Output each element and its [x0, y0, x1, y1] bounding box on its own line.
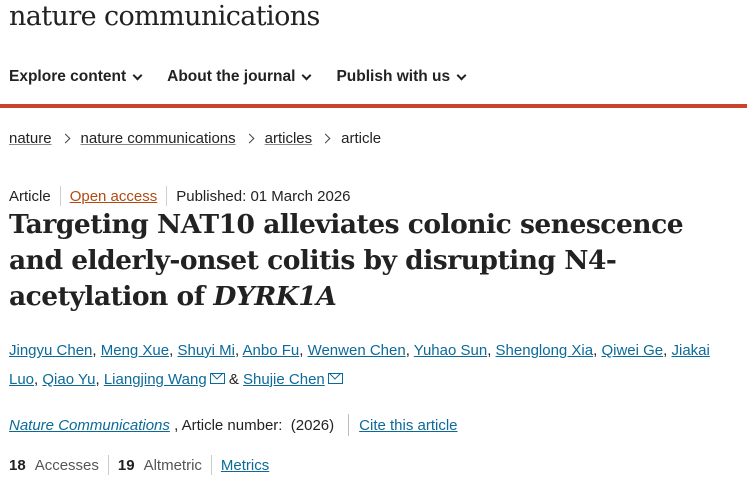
main-nav: Explore content About the journal Publis… — [9, 67, 491, 87]
altmetric-label: Altmetric — [143, 456, 202, 474]
article-type: Article — [9, 187, 51, 205]
chevron-down-icon — [456, 70, 467, 80]
chevron-right-icon — [244, 133, 255, 144]
cite-this-article-link[interactable]: Cite this article — [359, 417, 457, 434]
breadcrumb: nature nature communications articles ar… — [9, 130, 381, 147]
chevron-right-icon — [320, 133, 331, 144]
chevron-right-icon — [60, 133, 70, 144]
author-link[interactable]: Shujie Chen — [243, 371, 325, 388]
nav-publish-with-us[interactable]: Publish with us — [336, 67, 467, 87]
author-link[interactable]: Qiao Yu — [42, 371, 95, 388]
author-link[interactable]: Liangjing Wang — [104, 371, 207, 388]
title-gene: DYRK1A — [213, 281, 337, 312]
breadcrumb-current: article — [341, 130, 382, 147]
author-link[interactable]: Shuyi Mi — [177, 342, 235, 359]
author-link[interactable]: Yuhao Sun — [414, 342, 487, 359]
nav-explore-content[interactable]: Explore content — [9, 67, 143, 87]
author-link[interactable]: Shenglong Xia — [496, 342, 594, 359]
divider — [166, 186, 168, 206]
chevron-down-icon — [301, 70, 312, 80]
author-link[interactable]: Jingyu Chen — [9, 342, 92, 359]
metrics-link[interactable]: Metrics — [221, 457, 269, 474]
chevron-down-icon — [132, 70, 143, 80]
open-access-link[interactable]: Open access — [70, 188, 158, 205]
mail-icon[interactable] — [327, 373, 343, 384]
author-list: Jingyu Chen, Meng Xue, Shuyi Mi, Anbo Fu… — [9, 342, 710, 388]
author-link[interactable]: Anbo Fu — [243, 342, 300, 359]
title-text: Targeting NAT10 alleviates colonic senes… — [9, 209, 684, 312]
divider — [59, 186, 61, 206]
accesses-count: 18 — [9, 456, 26, 474]
nav-label: Publish with us — [336, 68, 451, 85]
nav-about-journal[interactable]: About the journal — [167, 67, 312, 87]
article-number: , Article number: (2026) — [169, 416, 335, 434]
journal-info: Nature Communications , Article number: … — [9, 414, 458, 436]
breadcrumb-articles[interactable]: articles — [265, 130, 313, 147]
author-link[interactable]: Qiwei Ge — [601, 342, 663, 359]
journal-link[interactable]: Nature Communications — [9, 417, 170, 434]
published-date: Published: 01 March 2026 — [176, 187, 351, 205]
article-meta: Article Open access Published: 01 March … — [9, 186, 351, 206]
divider — [348, 414, 350, 436]
mail-icon[interactable] — [209, 373, 225, 384]
altmetric-count: 19 — [117, 456, 135, 474]
nav-label: Explore content — [9, 68, 127, 85]
author-link[interactable]: Meng Xue — [101, 342, 169, 359]
divider — [210, 455, 212, 475]
accesses-label: Accesses — [34, 456, 99, 474]
accent-bar — [0, 104, 747, 108]
divider — [107, 455, 109, 475]
article-metrics: 18 Accesses 19 Altmetric Metrics — [9, 455, 269, 475]
breadcrumb-nature[interactable]: nature — [9, 130, 52, 147]
nav-label: About the journal — [167, 68, 296, 85]
breadcrumb-nature-communications[interactable]: nature communications — [81, 130, 236, 147]
site-logo[interactable]: nature communications — [9, 1, 320, 32]
article-title: Targeting NAT10 alleviates colonic senes… — [9, 207, 739, 315]
author-link[interactable]: Wenwen Chen — [308, 342, 406, 359]
